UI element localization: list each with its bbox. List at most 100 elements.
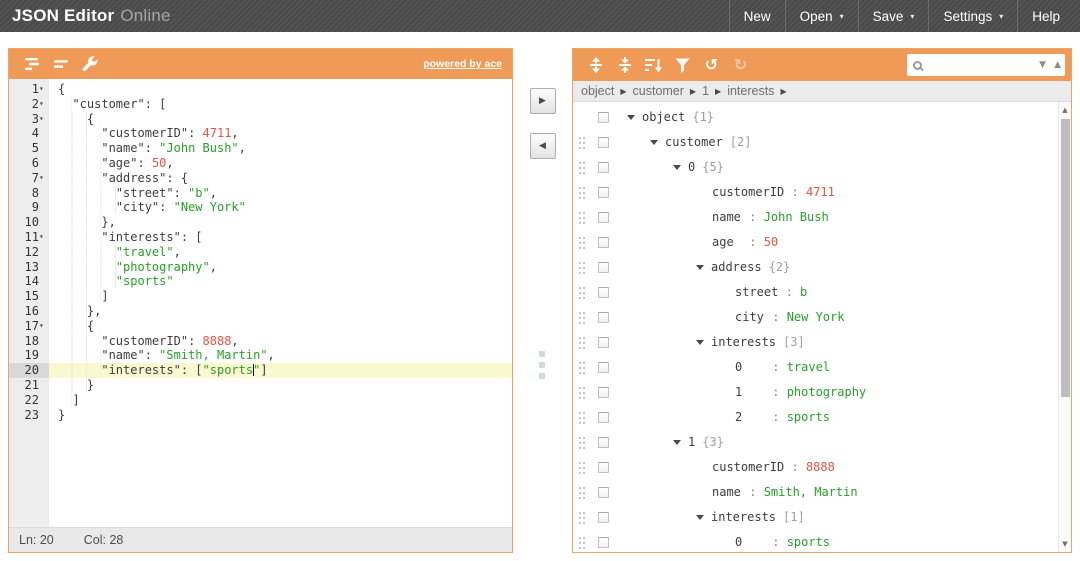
node-field-name[interactable]: age bbox=[712, 230, 742, 255]
splitter-handle[interactable] bbox=[539, 351, 546, 379]
node-field-name[interactable]: name bbox=[712, 480, 742, 505]
drag-handle[interactable] bbox=[579, 162, 587, 175]
menu-item-help[interactable]: Help bbox=[1017, 0, 1074, 32]
drag-handle[interactable] bbox=[579, 287, 587, 300]
fold-arrow-icon[interactable]: ▾ bbox=[39, 319, 49, 334]
node-field-name[interactable]: address bbox=[711, 260, 762, 274]
expanded-triangle-icon[interactable] bbox=[627, 115, 635, 120]
node-field-name[interactable]: 0 bbox=[688, 160, 695, 174]
powered-by-ace-link[interactable]: powered by ace bbox=[423, 58, 504, 70]
expanded-triangle-icon[interactable] bbox=[696, 265, 704, 270]
expanded-triangle-icon[interactable] bbox=[673, 165, 681, 170]
row-checkbox[interactable] bbox=[598, 437, 609, 448]
copy-to-code-button[interactable]: ◀ bbox=[529, 133, 556, 159]
node-field-name[interactable]: 0 bbox=[735, 530, 765, 552]
drag-handle[interactable] bbox=[579, 512, 587, 525]
row-checkbox[interactable] bbox=[598, 212, 609, 223]
node-value[interactable]: b bbox=[800, 285, 807, 299]
row-checkbox[interactable] bbox=[598, 262, 609, 273]
node-field-name[interactable]: street bbox=[735, 280, 778, 305]
row-checkbox[interactable] bbox=[598, 512, 609, 523]
drag-handle[interactable] bbox=[579, 362, 587, 375]
row-checkbox[interactable] bbox=[598, 237, 609, 248]
row-checkbox[interactable] bbox=[598, 487, 609, 498]
undo-button[interactable]: ↺ bbox=[698, 52, 725, 78]
row-checkbox[interactable] bbox=[598, 387, 609, 398]
fold-arrow-icon[interactable]: ▾ bbox=[39, 97, 49, 112]
node-field-name[interactable]: city bbox=[735, 305, 765, 330]
menu-item-open[interactable]: Open ▾ bbox=[784, 0, 858, 32]
node-value[interactable]: New York bbox=[787, 310, 845, 324]
expanded-triangle-icon[interactable] bbox=[673, 440, 681, 445]
row-checkbox[interactable] bbox=[598, 187, 609, 198]
repair-button[interactable] bbox=[76, 51, 103, 77]
node-field-name[interactable]: 1 bbox=[735, 380, 765, 405]
row-checkbox[interactable] bbox=[598, 462, 609, 473]
node-value[interactable]: 4711 bbox=[806, 185, 835, 199]
node-value[interactable]: travel bbox=[787, 360, 830, 374]
row-checkbox[interactable] bbox=[598, 287, 609, 298]
menu-item-save[interactable]: Save ▾ bbox=[857, 0, 929, 32]
drag-handle[interactable] bbox=[579, 437, 587, 450]
expand-all-button[interactable] bbox=[582, 52, 609, 78]
drag-handle[interactable] bbox=[579, 262, 587, 275]
node-value[interactable]: Smith, Martin bbox=[764, 485, 858, 499]
node-value[interactable]: sports bbox=[787, 410, 830, 424]
fold-arrow-icon[interactable]: ▾ bbox=[39, 82, 49, 97]
node-field-name[interactable]: name bbox=[712, 205, 742, 230]
filter-button[interactable] bbox=[669, 52, 696, 78]
drag-handle[interactable] bbox=[579, 137, 587, 150]
row-checkbox[interactable] bbox=[598, 162, 609, 173]
menu-item-settings[interactable]: Settings ▾ bbox=[928, 0, 1017, 32]
drag-handle[interactable] bbox=[579, 537, 587, 550]
row-checkbox[interactable] bbox=[598, 537, 609, 548]
node-field-name[interactable]: object bbox=[642, 110, 685, 124]
menu-item-new[interactable]: New bbox=[728, 0, 785, 32]
node-field-name[interactable]: interests bbox=[711, 335, 776, 349]
sort-button[interactable] bbox=[640, 52, 667, 78]
drag-handle[interactable] bbox=[579, 237, 587, 250]
collapse-all-button[interactable] bbox=[611, 52, 638, 78]
node-value[interactable]: photography bbox=[787, 385, 866, 399]
breadcrumb-item[interactable]: object bbox=[581, 84, 614, 98]
node-field-name[interactable]: interests bbox=[711, 510, 776, 524]
format-button[interactable] bbox=[18, 51, 45, 77]
row-checkbox[interactable] bbox=[598, 337, 609, 348]
drag-handle[interactable] bbox=[579, 187, 587, 200]
node-value[interactable]: 50 bbox=[764, 235, 778, 249]
node-field-name[interactable]: customerID bbox=[712, 180, 784, 205]
expanded-triangle-icon[interactable] bbox=[696, 515, 704, 520]
copy-to-tree-button[interactable]: ▶ bbox=[529, 88, 556, 114]
node-field-name[interactable]: customer bbox=[665, 135, 723, 149]
breadcrumb-item[interactable]: interests bbox=[727, 84, 774, 98]
scroll-down-icon[interactable]: ▼ bbox=[1059, 537, 1071, 551]
search-next-icon[interactable]: ▼ bbox=[1035, 60, 1050, 70]
redo-button[interactable]: ↻ bbox=[727, 52, 754, 78]
scrollbar-thumb[interactable] bbox=[1061, 119, 1070, 397]
node-value[interactable]: 8888 bbox=[806, 460, 835, 474]
node-field-name[interactable]: 2 bbox=[735, 405, 765, 430]
search-previous-icon[interactable]: ▲ bbox=[1050, 60, 1065, 70]
expanded-triangle-icon[interactable] bbox=[696, 340, 704, 345]
code-editor[interactable]: 1 ▾{2 ▾ "customer": [3 ▾ {4 "customerID": 4… bbox=[9, 79, 512, 527]
drag-handle[interactable] bbox=[579, 412, 587, 425]
tree-scrollbar[interactable]: ▲ ▼ bbox=[1058, 102, 1071, 552]
node-value[interactable]: sports bbox=[787, 535, 830, 549]
scroll-up-icon[interactable]: ▲ bbox=[1059, 103, 1071, 117]
node-field-name[interactable]: customerID bbox=[712, 455, 784, 480]
breadcrumb-item[interactable]: customer bbox=[633, 84, 684, 98]
drag-handle[interactable] bbox=[579, 337, 587, 350]
row-checkbox[interactable] bbox=[598, 137, 609, 148]
fold-arrow-icon[interactable]: ▾ bbox=[39, 112, 49, 127]
search-input[interactable] bbox=[924, 54, 1036, 76]
row-checkbox[interactable] bbox=[598, 412, 609, 423]
drag-handle[interactable] bbox=[579, 387, 587, 400]
row-checkbox[interactable] bbox=[598, 362, 609, 373]
compact-button[interactable] bbox=[47, 51, 74, 77]
node-field-name[interactable]: 1 bbox=[688, 435, 695, 449]
row-checkbox[interactable] bbox=[598, 112, 609, 123]
drag-handle[interactable] bbox=[579, 212, 587, 225]
drag-handle[interactable] bbox=[579, 487, 587, 500]
node-field-name[interactable]: 0 bbox=[735, 355, 765, 380]
drag-handle[interactable] bbox=[579, 462, 587, 475]
